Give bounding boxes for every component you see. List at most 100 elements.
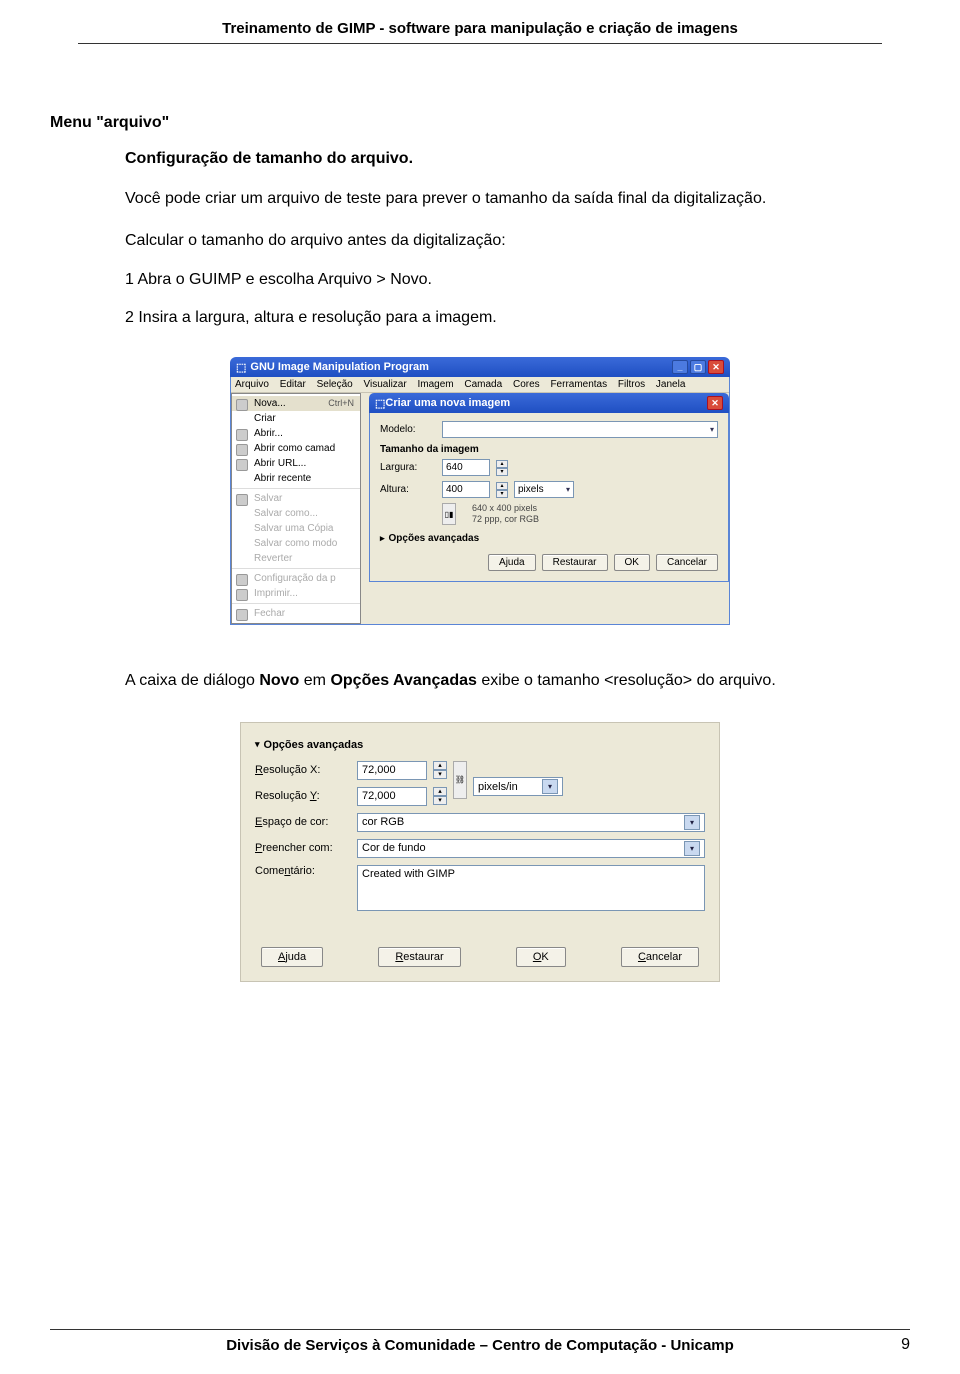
- restaurar-button-2[interactable]: Restaurar: [378, 947, 460, 967]
- resx-label: Resolução X:: [255, 764, 351, 776]
- arquivo-dropdown: Nova...Ctrl+N Criar Abrir... Abrir como …: [231, 393, 361, 624]
- largura-spinner[interactable]: ▴▾: [496, 460, 508, 476]
- header-rule: [78, 43, 882, 44]
- gimp-icon: ⬚: [236, 361, 246, 374]
- resx-spinner[interactable]: ▴▾: [433, 761, 447, 779]
- resy-spinner[interactable]: ▴▾: [433, 787, 447, 805]
- resy-input[interactable]: 72,000: [357, 787, 427, 806]
- url-icon: [236, 459, 248, 471]
- maximize-icon[interactable]: ▢: [690, 360, 706, 374]
- expand-icon: ▸: [380, 533, 385, 544]
- altura-input[interactable]: 400: [442, 481, 490, 498]
- chevron-down-icon: ▾: [684, 841, 700, 856]
- advanced-expander[interactable]: ▸ Opções avançadas: [380, 533, 718, 544]
- chevron-down-icon: ▾: [566, 485, 570, 494]
- print-icon: [236, 589, 248, 601]
- dialog-icon: ⬚: [375, 397, 385, 410]
- close-icon[interactable]: ✕: [708, 360, 724, 374]
- page-setup-icon: [236, 574, 248, 586]
- separator: [232, 568, 360, 569]
- step-1: 1 Abra o GUIMP e escolha Arquivo > Novo.: [125, 271, 910, 289]
- advanced-expander-2[interactable]: ▾ Opções avançadas: [255, 739, 705, 751]
- dd-abrir-camada[interactable]: Abrir como camad: [232, 441, 360, 456]
- modelo-combo[interactable]: ▾: [442, 421, 718, 438]
- dd-reverter: Reverter: [232, 551, 360, 566]
- ajuda-button-2[interactable]: Ajuda: [261, 947, 323, 967]
- menu-ferramentas[interactable]: Ferramentas: [550, 379, 607, 390]
- dialog-close-icon[interactable]: ✕: [707, 396, 723, 410]
- screenshot-1: ⬚ GNU Image Manipulation Program _ ▢ ✕ A…: [50, 357, 910, 625]
- dd-criar[interactable]: Criar: [232, 411, 360, 426]
- menu-camada[interactable]: Camada: [464, 379, 502, 390]
- res-units-combo[interactable]: pixels/in▾: [473, 777, 563, 796]
- section-title: Menu "arquivo": [50, 114, 910, 132]
- open-icon: [236, 429, 248, 441]
- footer-text: Divisão de Serviços à Comunidade – Centr…: [80, 1337, 880, 1354]
- orientation-icon[interactable]: ▯▮: [442, 503, 456, 525]
- menu-editar[interactable]: Editar: [280, 379, 306, 390]
- app-titlebar: ⬚ GNU Image Manipulation Program _ ▢ ✕: [230, 357, 730, 377]
- paragraph-3: A caixa de diálogo Novo em Opções Avança…: [125, 670, 910, 692]
- tamanho-group-title: Tamanho da imagem: [380, 444, 718, 455]
- ajuda-button[interactable]: Ajuda: [488, 554, 536, 571]
- chevron-down-icon: ▾: [684, 815, 700, 830]
- dd-salvar-como: Salvar como...: [232, 506, 360, 521]
- dd-salvar-modo: Salvar como modo: [232, 536, 360, 551]
- dd-nova[interactable]: Nova...Ctrl+N: [232, 396, 360, 411]
- chain-link-icon[interactable]: ⛓: [453, 761, 467, 799]
- subtitle: Configuração de tamanho do arquivo.: [125, 150, 910, 168]
- dd-salvar-copia: Salvar uma Cópia: [232, 521, 360, 536]
- units-combo[interactable]: pixels▾: [514, 481, 574, 498]
- separator: [232, 603, 360, 604]
- menu-selecao[interactable]: Seleção: [317, 379, 353, 390]
- resy-label: Resolução Y:: [255, 790, 351, 802]
- ok-button[interactable]: OK: [614, 554, 650, 571]
- ok-button-2[interactable]: OK: [516, 947, 566, 967]
- espaco-combo[interactable]: cor RGB▾: [357, 813, 705, 832]
- preencher-label: Preencher com:: [255, 842, 351, 854]
- espaco-label: Espaço de cor:: [255, 816, 351, 828]
- screenshot-2: ▾ Opções avançadas Resolução X: 72,000 ▴…: [50, 722, 910, 982]
- menu-cores[interactable]: Cores: [513, 379, 540, 390]
- preencher-combo[interactable]: Cor de fundo▾: [357, 839, 705, 858]
- comentario-input[interactable]: Created with GIMP: [357, 865, 705, 911]
- restaurar-button[interactable]: Restaurar: [542, 554, 608, 571]
- new-icon: [236, 399, 248, 411]
- largura-label: Largura:: [380, 462, 436, 473]
- cancelar-button-2[interactable]: Cancelar: [621, 947, 699, 967]
- collapse-icon: ▾: [255, 739, 260, 750]
- minimize-icon[interactable]: _: [672, 360, 688, 374]
- altura-label: Altura:: [380, 484, 436, 495]
- dd-abrir-recente[interactable]: Abrir recente: [232, 471, 360, 486]
- modelo-label: Modelo:: [380, 424, 436, 435]
- menu-janela[interactable]: Janela: [656, 379, 685, 390]
- menu-filtros[interactable]: Filtros: [618, 379, 645, 390]
- step-2: 2 Insira a largura, altura e resolução p…: [125, 309, 910, 327]
- dialog-titlebar: ⬚ Criar uma nova imagem ✕: [369, 393, 729, 413]
- paragraph-2: Calcular o tamanho do arquivo antes da d…: [125, 230, 910, 252]
- largura-input[interactable]: 640: [442, 459, 490, 476]
- dd-salvar: Salvar: [232, 491, 360, 506]
- size-info: 640 x 400 pixels 72 ppp, cor RGB: [472, 503, 539, 525]
- layer-icon: [236, 444, 248, 456]
- cancelar-button[interactable]: Cancelar: [656, 554, 718, 571]
- resx-input[interactable]: 72,000: [357, 761, 427, 780]
- altura-spinner[interactable]: ▴▾: [496, 482, 508, 498]
- app-title: GNU Image Manipulation Program: [250, 361, 428, 373]
- paragraph-1: Você pode criar um arquivo de teste para…: [125, 188, 910, 210]
- chevron-down-icon: ▾: [710, 425, 714, 434]
- page-number: 9: [880, 1336, 910, 1354]
- page-footer: Divisão de Serviços à Comunidade – Centr…: [50, 1329, 910, 1354]
- close-file-icon: [236, 609, 248, 621]
- menu-imagem[interactable]: Imagem: [417, 379, 453, 390]
- save-icon: [236, 494, 248, 506]
- dd-abrir[interactable]: Abrir...: [232, 426, 360, 441]
- menu-arquivo[interactable]: Arquivo: [235, 379, 269, 390]
- dd-abrir-url[interactable]: Abrir URL...: [232, 456, 360, 471]
- menu-visualizar[interactable]: Visualizar: [364, 379, 407, 390]
- dialog-title: Criar uma nova imagem: [385, 397, 510, 409]
- dd-fechar: Fechar: [232, 606, 360, 621]
- dd-config-pagina: Configuração da p: [232, 571, 360, 586]
- page-header: Treinamento de GIMP - software para mani…: [50, 20, 910, 37]
- chevron-down-icon: ▾: [542, 779, 558, 794]
